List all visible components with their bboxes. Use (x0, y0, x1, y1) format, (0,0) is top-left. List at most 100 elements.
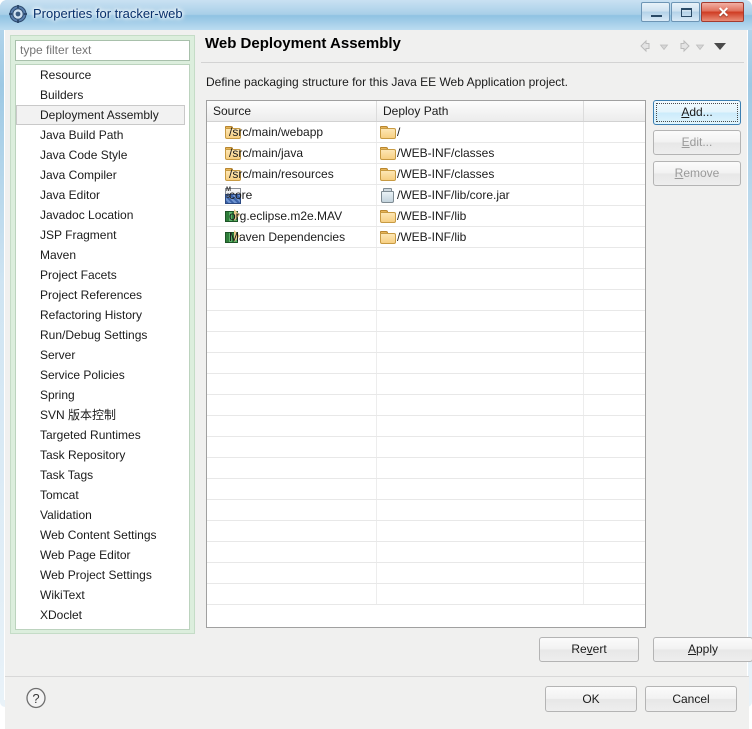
table-row[interactable]: org.eclipse.m2e.MAV/WEB-INF/lib (207, 206, 645, 227)
sidebar-item-project-references[interactable]: Project References (16, 285, 189, 305)
table-row-empty[interactable] (207, 584, 645, 605)
sidebar-item-javadoc-location[interactable]: Javadoc Location (16, 205, 189, 225)
sidebar-item-web-content-settings[interactable]: Web Content Settings (16, 525, 189, 545)
table-row-empty[interactable] (207, 563, 645, 584)
table-row-empty[interactable] (207, 395, 645, 416)
table-row-empty[interactable] (207, 311, 645, 332)
sidebar-item-label: Task Tags (40, 468, 94, 482)
cell-deploy-path: /WEB-INF/lib (377, 227, 584, 247)
sidebar-item-project-facets[interactable]: Project Facets (16, 265, 189, 285)
cancel-button[interactable]: Cancel (645, 686, 737, 712)
table-row-empty[interactable] (207, 332, 645, 353)
help-question-icon[interactable]: ? (25, 687, 47, 709)
cell-empty (207, 374, 377, 394)
table-row-empty[interactable] (207, 479, 645, 500)
sidebar-item-xdoclet[interactable]: XDoclet (16, 605, 189, 625)
sidebar-item-tomcat[interactable]: Tomcat (16, 485, 189, 505)
minimize-icon (651, 15, 662, 17)
sidebar-item-task-tags[interactable]: Task Tags (16, 465, 189, 485)
maximize-button[interactable] (671, 2, 700, 22)
cell-empty (207, 458, 377, 478)
table-row-empty[interactable] (207, 458, 645, 479)
sidebar-item-maven[interactable]: Maven (16, 245, 189, 265)
search-input[interactable] (16, 41, 166, 60)
column-header-source[interactable]: Source (207, 101, 377, 121)
table-row-empty[interactable] (207, 500, 645, 521)
sidebar-item-label: Refactoring History (40, 308, 143, 322)
table-row-empty[interactable] (207, 290, 645, 311)
sidebar-item-java-editor[interactable]: Java Editor (16, 185, 189, 205)
table-row-empty[interactable] (207, 353, 645, 374)
cell-empty (207, 500, 377, 520)
chevron-down-icon[interactable] (659, 41, 669, 55)
cell-source: /src/main/java (207, 143, 377, 163)
ok-button[interactable]: OK (545, 686, 637, 712)
page-navigation-icons (639, 38, 743, 56)
sidebar-item-label: Project Facets (40, 268, 117, 282)
sidebar-item-service-policies[interactable]: Service Policies (16, 365, 189, 385)
table-row[interactable]: M Score/WEB-INF/lib/core.jar (207, 185, 645, 206)
add-button[interactable]: Add... (653, 100, 741, 125)
cell-empty (584, 332, 645, 352)
sidebar-item-targeted-runtimes[interactable]: Targeted Runtimes (16, 425, 189, 445)
sidebar-item-deployment-assembly[interactable]: Deployment Assembly (16, 105, 185, 125)
table-row-empty[interactable] (207, 542, 645, 563)
sidebar-item-svn[interactable]: SVN 版本控制 (16, 405, 189, 425)
sidebar-item-builders[interactable]: Builders (16, 85, 189, 105)
table-row[interactable]: Maven Dependencies/WEB-INF/lib (207, 227, 645, 248)
apply-button[interactable]: Apply (653, 637, 752, 662)
sidebar-item-validation[interactable]: Validation (16, 505, 189, 525)
cell-empty (207, 311, 377, 331)
table-row-empty[interactable] (207, 416, 645, 437)
cell-empty (207, 542, 377, 562)
edit-button[interactable]: Edit... (653, 130, 741, 155)
sidebar-item-java-code-style[interactable]: Java Code Style (16, 145, 189, 165)
deployment-assembly-table[interactable]: Source Deploy Path /src/main/webapp //src… (206, 100, 646, 628)
table-row-empty[interactable] (207, 374, 645, 395)
settings-tree[interactable]: Resource Builders Deployment Assembly Java … (15, 64, 190, 630)
table-row[interactable]: /src/main/resources/WEB-INF/classes (207, 164, 645, 185)
sidebar-item-java-build-path[interactable]: Java Build Path (16, 125, 189, 145)
arrow-right-icon[interactable] (675, 38, 691, 57)
close-button[interactable]: ✕ (701, 2, 744, 22)
properties-dialog-window: Properties for tracker-web ✕ Resource Bui… (0, 0, 752, 729)
sidebar-item-label: SVN 版本控制 (40, 408, 117, 422)
sidebar-item-wikitext[interactable]: WikiText (16, 585, 189, 605)
table-row-empty[interactable] (207, 269, 645, 290)
column-header-deploy-path[interactable]: Deploy Path (377, 101, 584, 121)
cell-empty (377, 500, 584, 520)
minimize-button[interactable] (641, 2, 670, 22)
sidebar-item-run-debug-settings[interactable]: Run/Debug Settings (16, 325, 189, 345)
sidebar-item-task-repository[interactable]: Task Repository (16, 445, 189, 465)
column-header-extra[interactable] (584, 101, 645, 121)
remove-button[interactable]: Remove (653, 161, 741, 186)
arrow-left-icon[interactable] (639, 38, 655, 57)
cell-empty (377, 269, 584, 289)
filter-box[interactable] (15, 40, 190, 61)
dialog-client-area: Resource Builders Deployment Assembly Java … (4, 30, 752, 729)
sidebar-item-label: Web Page Editor (40, 548, 131, 562)
sidebar-item-refactoring-history[interactable]: Refactoring History (16, 305, 189, 325)
sidebar-item-spring[interactable]: Spring (16, 385, 189, 405)
sidebar-item-label: Resource (40, 68, 92, 82)
cell-empty (377, 374, 584, 394)
cell-empty (584, 416, 645, 436)
chevron-down-icon[interactable] (695, 41, 705, 55)
table-row[interactable]: /src/main/webapp / (207, 122, 645, 143)
maximize-icon (681, 8, 692, 17)
cell-empty (584, 248, 645, 268)
table-row-empty[interactable] (207, 248, 645, 269)
table-row-empty[interactable] (207, 521, 645, 542)
sidebar-item-label: JSP Fragment (40, 228, 117, 242)
sidebar-item-jsp-fragment[interactable]: JSP Fragment (16, 225, 189, 245)
table-row[interactable]: /src/main/java/WEB-INF/classes (207, 143, 645, 164)
table-row-empty[interactable] (207, 437, 645, 458)
sidebar-item-web-project-settings[interactable]: Web Project Settings (16, 565, 189, 585)
cell-empty (377, 542, 584, 562)
sidebar-item-server[interactable]: Server (16, 345, 189, 365)
sidebar-item-web-page-editor[interactable]: Web Page Editor (16, 545, 189, 565)
sidebar-item-resource[interactable]: Resource (16, 65, 189, 85)
view-menu-chevron-down-icon[interactable] (713, 41, 727, 55)
revert-button[interactable]: Revert (539, 637, 639, 662)
sidebar-item-java-compiler[interactable]: Java Compiler (16, 165, 189, 185)
